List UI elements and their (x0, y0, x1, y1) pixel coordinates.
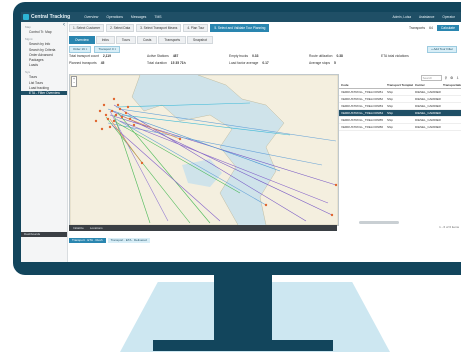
step-select-transport[interactable]: 3. Select Transport Means (136, 24, 182, 32)
kpi-item: Total transport count 2,119 (69, 54, 111, 58)
tab-overview[interactable]: Overview (69, 36, 95, 44)
bottom-tab-rush[interactable]: Transport · ETA · Rush (69, 238, 106, 243)
export-icon[interactable]: ⇩ (456, 76, 459, 80)
table-row[interactable]: VERDUSTROLL_TRELOONB2 Ship DIESEL_CARRIER (339, 95, 461, 103)
sidebar: ‹ Map Control Tr. Map Mgmt Search by Inf… (21, 22, 68, 262)
user-name[interactable]: Admin, Luisa (393, 15, 411, 19)
top-navigation-bar: Central Tracking Overview Operations Mes… (21, 12, 461, 22)
route-map-canvas[interactable] (70, 75, 338, 225)
collapse-sidebar-icon[interactable]: ‹ (63, 22, 65, 28)
map-footer-initialize[interactable]: Initialize (73, 225, 84, 231)
route-map[interactable] (69, 74, 339, 226)
table-row[interactable]: VERDUSTROLL_TRELOONB1 Ship DIESEL_CARRIER (339, 88, 461, 96)
filter-chip-transport[interactable]: Transport 0 × (94, 46, 121, 53)
nav-item-tms[interactable]: TMS (154, 15, 161, 19)
step-select-customer[interactable]: 1. Select Customer (69, 24, 105, 32)
view-tabs: Overview Infos Tours Costs Transports Sn… (69, 36, 213, 44)
table-horizontal-scrollbar[interactable] (359, 221, 399, 224)
calculate-button[interactable]: Calculate (436, 25, 459, 31)
map-footer-locations[interactable]: Locations (90, 225, 103, 231)
kpi-item: Route utilization 0.38 (309, 54, 343, 58)
bottom-panel: Dashboards Transport · ETA · Rush Transp… (21, 232, 461, 262)
assistance-link[interactable]: Assistance (419, 15, 434, 19)
tab-transports[interactable]: Transports (158, 36, 187, 44)
settings-icon[interactable]: ⚙ (450, 76, 453, 80)
monitor-stand-neck (214, 275, 272, 343)
app-logo-icon (23, 14, 29, 20)
sidebar-item-list-tours[interactable]: List Tours (29, 81, 67, 85)
sidebar-group-label: Sys (25, 70, 31, 75)
search-icon[interactable]: ⚲ (445, 76, 447, 80)
top-nav: Overview Operations Messages TMS (84, 15, 169, 19)
tab-infos[interactable]: Infos (95, 36, 115, 44)
sidebar-item-search-criteria[interactable]: Search by Criteria (29, 48, 67, 52)
sidebar-item-order-advanced[interactable]: Order Advanced (29, 53, 67, 57)
table-row-selected[interactable]: VERDUSTROLL_TRELOONB4 Ship DIESEL_CARRIER (339, 109, 461, 117)
nav-item-messages[interactable]: Messages (131, 15, 146, 19)
monitor-stand-base (153, 340, 333, 351)
table-item-count: 1 - 6 of 6 items (439, 225, 459, 229)
sidebar-group-label: Mgmt (25, 37, 33, 42)
sidebar-item-search-info[interactable]: Search by Info (29, 42, 67, 46)
nav-item-operations[interactable]: Operations (106, 15, 123, 19)
kpi-item: Active Stations 487 (147, 54, 179, 58)
sidebar-item-packages[interactable]: Packages (29, 58, 67, 62)
tab-costs[interactable]: Costs (136, 36, 158, 44)
transports-label: Transports (408, 26, 426, 30)
tab-tours[interactable]: Tours (115, 36, 136, 44)
dashboards-label[interactable]: Dashboards (21, 232, 67, 237)
filter-chips: Order 19 × Transport 0 × (69, 46, 121, 53)
step-validate-planning[interactable]: 5. Select and Validate Tour Planning (210, 24, 270, 32)
sidebar-item-tours[interactable]: Tours (29, 75, 67, 79)
nav-item-overview[interactable]: Overview (84, 15, 98, 19)
step-select-data[interactable]: 2. Select Data (106, 24, 135, 32)
sidebar-item-eta-filter[interactable]: ETA - Filter Overview (21, 90, 67, 95)
kpi-summary: Total transport count 2,119 Planned trans… (69, 54, 459, 72)
table-search-input[interactable]: Search (420, 75, 442, 81)
kpi-item: Empty trucks 0.33 (229, 54, 259, 58)
user-menu: Admin, Luisa Assistance Operator (393, 15, 455, 19)
map-footer: Initialize Locations (69, 225, 337, 231)
kpi-item: Load factor average 0.17 (229, 61, 269, 65)
table-row[interactable]: VERDUSTROLL_TRELOONB6 Ship DIESEL_CARRIER (339, 123, 461, 131)
sidebar-item-load-tracking[interactable]: Load tracking (29, 86, 67, 90)
table-row[interactable]: VERDUSTROLL_TRELOONB5 Ship DIESEL_CARRIER (339, 116, 461, 124)
sidebar-group-label: Map (25, 25, 31, 29)
transport-table-panel: Search ⚲ ⚙ ⇩ Code Transport Template Car… (339, 74, 461, 232)
app-title: Central Tracking (31, 14, 71, 20)
tab-snapshot[interactable]: Snapshot (187, 36, 213, 44)
kpi-item: ETA total violations (381, 54, 409, 58)
sidebar-item-loads[interactable]: Loads (29, 63, 67, 67)
bottom-tab-delivered[interactable]: Transport · ETA · Delivered (107, 238, 150, 243)
bottom-tabs: Transport · ETA · Rush Transport · ETA ·… (69, 238, 150, 243)
filter-chip-order[interactable]: Order 19 × (69, 46, 92, 53)
monitor-screen: Central Tracking Overview Operations Mes… (21, 12, 461, 262)
step-actions: Transports 64 Calculate (409, 25, 459, 31)
map-zoom-control[interactable]: + − (71, 76, 77, 87)
transport-table: Code Transport Template Carrier Transpor… (339, 82, 461, 131)
operator-link[interactable]: Operator (442, 15, 455, 19)
step-plan-tour[interactable]: 4. Plan Tour (183, 24, 209, 32)
kpi-item: Total duration 15 35 71h (147, 61, 186, 65)
wizard-steps: 1. Select Customer 2. Select Data 3. Sel… (69, 24, 459, 32)
add-tour-filter-button[interactable]: + Add Tour Filter (427, 46, 457, 53)
transports-count: 64 (429, 26, 433, 30)
kpi-item: Planned transports 45 (69, 61, 105, 65)
table-toolbar: Search ⚲ ⚙ ⇩ (339, 74, 461, 82)
kpi-item: Average stops 5 (309, 61, 336, 65)
sidebar-item-control-map[interactable]: Control Tr. Map (29, 30, 67, 34)
table-row[interactable]: VERDUSTROLL_TRELOONB3 Ship DIESEL_CARRIER (339, 102, 461, 110)
